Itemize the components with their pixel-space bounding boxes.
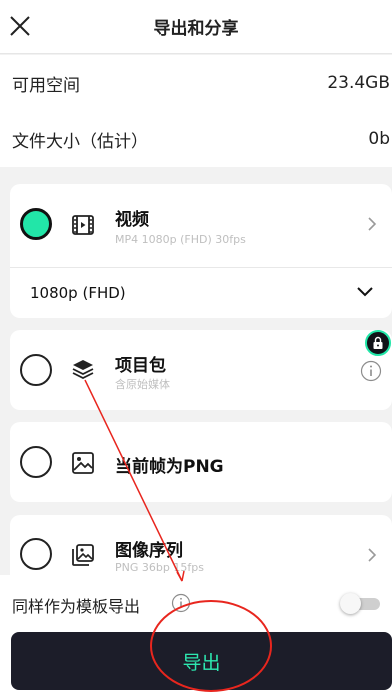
sequence-radio[interactable] <box>20 538 52 570</box>
layers-icon <box>72 360 94 380</box>
template-export-label: 同样作为模板导出 <box>12 597 141 616</box>
available-space-label: 可用空间 <box>12 75 80 96</box>
sequence-option-subtitle: PNG 36bp 15fps <box>115 561 204 574</box>
image-icon <box>72 452 94 474</box>
available-space-value: 23.4GB <box>327 73 390 93</box>
file-size-label: 文件大小（估计） <box>12 131 148 152</box>
chevron-down-icon[interactable] <box>356 285 374 299</box>
project-option-subtitle: 含原始媒体 <box>115 378 170 391</box>
video-radio[interactable] <box>20 208 52 240</box>
template-toggle[interactable] <box>340 592 380 614</box>
project-option-title: 项目包 <box>115 356 166 376</box>
chevron-right-icon[interactable] <box>365 215 379 233</box>
export-button[interactable]: 导出 <box>11 632 392 690</box>
file-size-value: 0b <box>368 129 390 149</box>
resolution-value[interactable]: 1080p (FHD) <box>30 284 126 302</box>
png-radio[interactable] <box>20 446 52 478</box>
toggle-knob <box>340 593 361 614</box>
pro-lock-badge <box>365 330 391 356</box>
header-bar: 导出和分享 <box>0 0 392 54</box>
available-space-row: 可用空间 23.4GB <box>0 55 392 111</box>
video-option-subtitle: MP4 1080p (FHD) 30fps <box>115 233 246 246</box>
png-option-title: 当前帧为PNG <box>115 457 224 477</box>
info-icon[interactable] <box>360 360 382 382</box>
film-icon <box>72 215 94 235</box>
divider <box>10 267 392 268</box>
page-title: 导出和分享 <box>153 19 239 39</box>
file-size-row: 文件大小（估计） 0b <box>0 111 392 167</box>
project-radio[interactable] <box>20 354 52 386</box>
chevron-right-icon[interactable] <box>365 546 379 564</box>
sequence-option-title: 图像序列 <box>115 541 183 561</box>
lock-icon <box>373 336 383 349</box>
video-option-title: 视频 <box>115 210 149 230</box>
image-stack-icon <box>72 544 94 566</box>
project-option-card[interactable] <box>10 330 392 410</box>
close-icon[interactable] <box>6 12 34 40</box>
info-icon[interactable] <box>171 593 191 613</box>
